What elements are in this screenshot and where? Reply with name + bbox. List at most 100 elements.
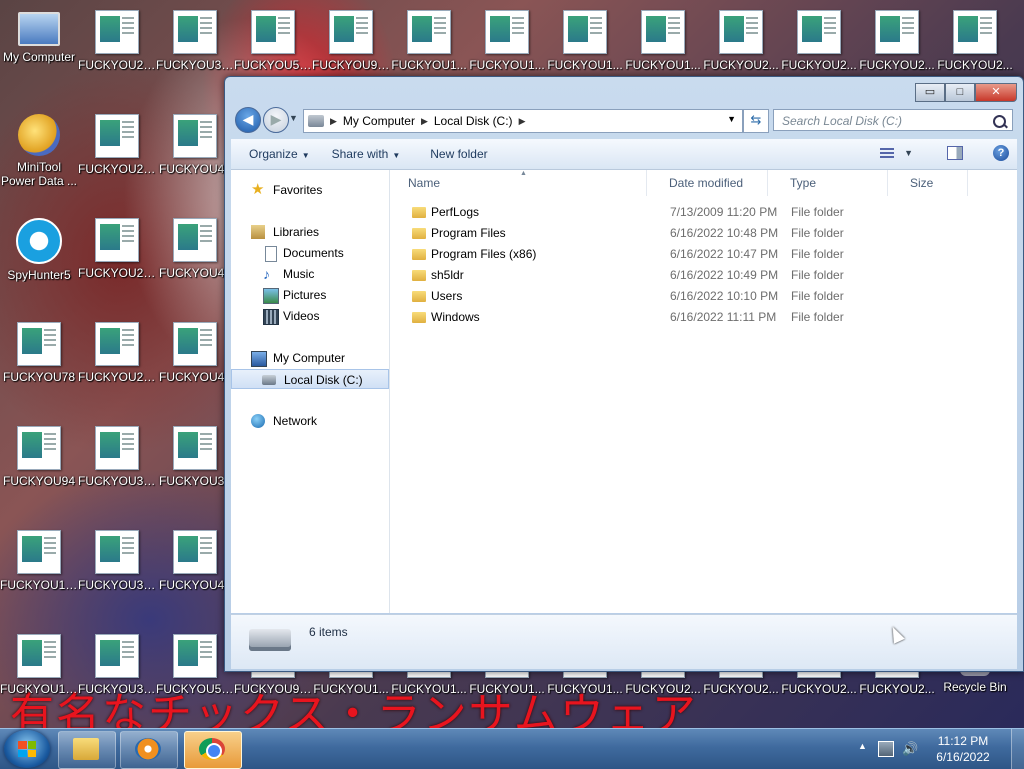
organize-button[interactable]: Organize ▼	[245, 147, 314, 161]
refresh-button[interactable]: ⇆	[743, 109, 769, 133]
desktop-icon[interactable]: FUCKYOU559	[156, 624, 234, 720]
desktop-icon[interactable]: FUCKYOU238	[78, 312, 156, 408]
explorer-content: ★ Favorites Libraries Documents ♪ Music …	[231, 170, 1017, 613]
details-pane: 6 items	[231, 614, 1017, 669]
desktop-icon[interactable]: FUCKYOU210	[78, 104, 156, 200]
desktop-icon[interactable]: FUCKYOU381	[78, 520, 156, 616]
nav-item-pictures[interactable]: Pictures	[231, 285, 389, 305]
column-header-type[interactable]: Type	[768, 170, 888, 196]
desktop-icon-minitool[interactable]: MiniTool Power Data ...	[0, 104, 78, 200]
desktop-icon[interactable]: FUCKYOU218	[78, 208, 156, 304]
desktop-icon[interactable]: FUCKYOU33	[156, 416, 234, 512]
clock[interactable]: 11:12 PM 6/16/2022	[926, 733, 1000, 765]
chevron-down-icon[interactable]: ▼	[904, 148, 913, 158]
navigation-bar: ◀ ▶ ▼ ▶ My Computer ▶ Local Disk (C:) ▶ …	[233, 107, 1015, 135]
new-folder-button[interactable]: New folder	[426, 147, 491, 161]
close-button[interactable]: ✕	[975, 83, 1017, 102]
file-row[interactable]: sh5ldr 6/16/2022 10:49 PM File folder	[390, 265, 990, 286]
search-icon[interactable]	[993, 115, 1006, 128]
desktop-icon[interactable]: FUCKYOU390	[78, 624, 156, 720]
desktop-icon-my-computer[interactable]: My Computer	[0, 0, 78, 96]
view-options-icon[interactable]	[880, 148, 895, 158]
window-controls: ▭ □ ✕	[915, 83, 1017, 102]
column-header-name[interactable]: ▲ Name	[390, 170, 647, 196]
chevron-down-icon: ▼	[301, 151, 310, 160]
breadcrumb-separator-icon[interactable]: ▶	[328, 116, 339, 127]
desktop-icon[interactable]: FUCKYOU78	[0, 312, 78, 408]
desktop-icon[interactable]: FUCKYOU43	[156, 208, 234, 304]
column-header-size[interactable]: Size	[888, 170, 968, 196]
minimize-button[interactable]: ▭	[915, 83, 945, 102]
desktop-icon-spyhunter[interactable]: SpyHunter5	[0, 208, 78, 304]
desktop-icon[interactable]: FUCKYOU312	[78, 416, 156, 512]
desktop-icon[interactable]: FUCKYOU131	[0, 520, 78, 616]
file-icon	[17, 322, 61, 366]
file-icon	[173, 634, 217, 678]
drive-icon	[262, 375, 276, 385]
file-icon	[95, 114, 139, 158]
share-with-button[interactable]: Share with ▼	[328, 147, 405, 161]
desktop-icon[interactable]: FUCKYOU44	[156, 312, 234, 408]
taskbar-media-player-button[interactable]	[120, 731, 178, 769]
volume-icon[interactable]: 🔊	[902, 741, 918, 757]
breadcrumb-separator-icon[interactable]: ▶	[419, 116, 430, 127]
arrow-right-icon: ▶	[270, 111, 282, 127]
nav-item-libraries[interactable]: Libraries	[231, 222, 389, 242]
taskbar-explorer-button[interactable]	[58, 731, 116, 769]
breadcrumb-local-disk[interactable]: Local Disk (C:)	[430, 114, 517, 128]
address-dropdown-icon[interactable]: ▼	[727, 114, 736, 124]
maximize-button[interactable]: □	[945, 83, 975, 102]
nav-item-my-computer[interactable]: My Computer	[231, 348, 389, 368]
system-tray: ▲ 🔊 11:12 PM 6/16/2022	[854, 729, 1024, 769]
show-hidden-icons-icon[interactable]: ▲	[858, 741, 867, 751]
folder-icon	[412, 312, 426, 323]
desktop-icon[interactable]: FUCKYOU391	[156, 0, 234, 96]
desktop-icon[interactable]: FUCKYOU204	[78, 0, 156, 96]
start-button[interactable]	[4, 730, 50, 768]
explorer-window: ▭ □ ✕ ◀ ▶ ▼ ▶ My Computer ▶ Local Disk (…	[224, 76, 1024, 672]
document-icon	[265, 246, 277, 262]
file-icon	[485, 10, 529, 54]
file-row[interactable]: Users 6/16/2022 10:10 PM File folder	[390, 286, 990, 307]
nav-item-network[interactable]: Network	[231, 411, 389, 431]
breadcrumb-my-computer[interactable]: My Computer	[339, 114, 419, 128]
taskbar-chrome-button[interactable]	[184, 731, 242, 769]
show-desktop-button[interactable]	[1011, 729, 1024, 769]
desktop-icon[interactable]: FUCKYOU159	[0, 624, 78, 720]
search-input[interactable]: Search Local Disk (C:)	[773, 109, 1013, 131]
taskbar: ▲ 🔊 11:12 PM 6/16/2022	[0, 728, 1024, 769]
folder-icon	[73, 738, 99, 760]
column-header-date-modified[interactable]: Date modified	[647, 170, 768, 196]
preview-pane-icon[interactable]	[947, 146, 963, 160]
address-bar[interactable]: ▶ My Computer ▶ Local Disk (C:) ▶ ▼	[303, 109, 743, 133]
help-icon[interactable]: ?	[993, 145, 1009, 161]
file-row[interactable]: Program Files (x86) 6/16/2022 10:47 PM F…	[390, 244, 990, 265]
nav-item-favorites[interactable]: ★ Favorites	[231, 180, 389, 200]
desktop-icon[interactable]: FUCKYOU94	[0, 416, 78, 512]
file-icon	[95, 426, 139, 470]
file-row[interactable]: PerfLogs 7/13/2009 11:20 PM File folder	[390, 202, 990, 223]
forward-button[interactable]: ▶	[263, 107, 289, 133]
nav-item-local-disk[interactable]: Local Disk (C:)	[231, 369, 389, 389]
windows-logo-icon	[18, 741, 36, 757]
folder-icon	[412, 249, 426, 260]
recent-pages-dropdown[interactable]: ▼	[289, 113, 298, 123]
video-icon	[263, 309, 279, 325]
nav-item-music[interactable]: ♪ Music	[231, 264, 389, 284]
folder-icon	[412, 207, 426, 218]
desktop-icon[interactable]: FUCKYOU42	[156, 104, 234, 200]
file-icon	[95, 218, 139, 262]
file-list: ▲ Name Date modified Type Size PerfLogs …	[390, 170, 1017, 613]
file-icon	[95, 10, 139, 54]
network-status-icon[interactable]	[878, 741, 894, 757]
breadcrumb-separator-icon[interactable]: ▶	[517, 116, 528, 127]
nav-item-documents[interactable]: Documents	[231, 243, 389, 263]
folder-icon	[412, 291, 426, 302]
file-row[interactable]: Windows 6/16/2022 11:11 PM File folder	[390, 307, 990, 328]
desktop-icon[interactable]: FUCKYOU45	[156, 520, 234, 616]
back-button[interactable]: ◀	[235, 107, 261, 133]
nav-item-videos[interactable]: Videos	[231, 306, 389, 326]
file-row[interactable]: Program Files 6/16/2022 10:48 PM File fo…	[390, 223, 990, 244]
library-icon	[251, 225, 265, 239]
minitool-icon	[18, 114, 60, 156]
